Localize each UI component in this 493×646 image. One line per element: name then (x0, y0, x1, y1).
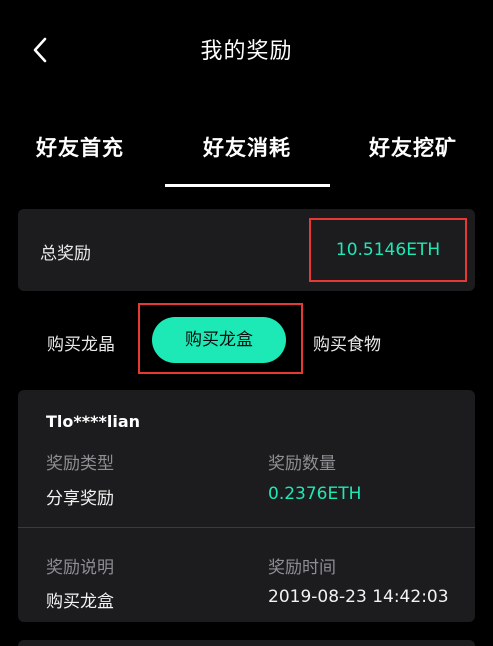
reward-amount-value: 0.2376ETH (268, 484, 362, 504)
active-tab-indicator (165, 184, 330, 187)
total-reward-label: 总奖励 (40, 244, 91, 264)
tab-friend-first-recharge[interactable]: 好友首充 (36, 132, 124, 162)
reward-description-label: 奖励说明 (46, 558, 114, 578)
subtab-buy-dragon-crystal[interactable]: 购买龙晶 (47, 330, 115, 355)
total-reward-value: 10.5146ETH (309, 218, 467, 282)
rewards-page: 我的奖励 好友首充 好友消耗 好友挖矿 总奖励 10.5146ETH 购买龙晶 … (0, 0, 493, 646)
reward-record-card: Tlo****lian 奖励类型 分享奖励 奖励数量 0.2376ETH 奖励说… (18, 390, 475, 622)
reward-type-label: 奖励类型 (46, 454, 114, 474)
tab-friend-mining[interactable]: 好友挖矿 (369, 132, 457, 162)
active-subtab-highlight: 购买龙盒 (138, 303, 303, 374)
header: 我的奖励 (0, 0, 493, 100)
page-title: 我的奖励 (200, 39, 293, 64)
reward-time-value: 2019-08-23 14:42:03 (268, 587, 449, 607)
subtab-buy-dragon-box[interactable]: 购买龙盒 (152, 317, 286, 363)
tab-friend-consumption[interactable]: 好友消耗 (203, 132, 291, 162)
tab-bar: 好友首充 好友消耗 好友挖矿 (0, 120, 493, 190)
reward-amount-label: 奖励数量 (268, 454, 336, 474)
record-user-name: Tlo****lian (46, 412, 141, 431)
reward-type-value: 分享奖励 (46, 489, 114, 509)
next-record-card-edge (18, 640, 475, 646)
sub-tab-bar: 购买龙晶 购买龙盒 购买食物 (0, 303, 493, 377)
reward-description-value: 购买龙盒 (46, 592, 114, 612)
total-reward-card: 总奖励 10.5146ETH (18, 209, 475, 291)
subtab-buy-food[interactable]: 购买食物 (313, 330, 381, 355)
reward-time-label: 奖励时间 (268, 558, 336, 578)
record-divider (18, 527, 475, 528)
